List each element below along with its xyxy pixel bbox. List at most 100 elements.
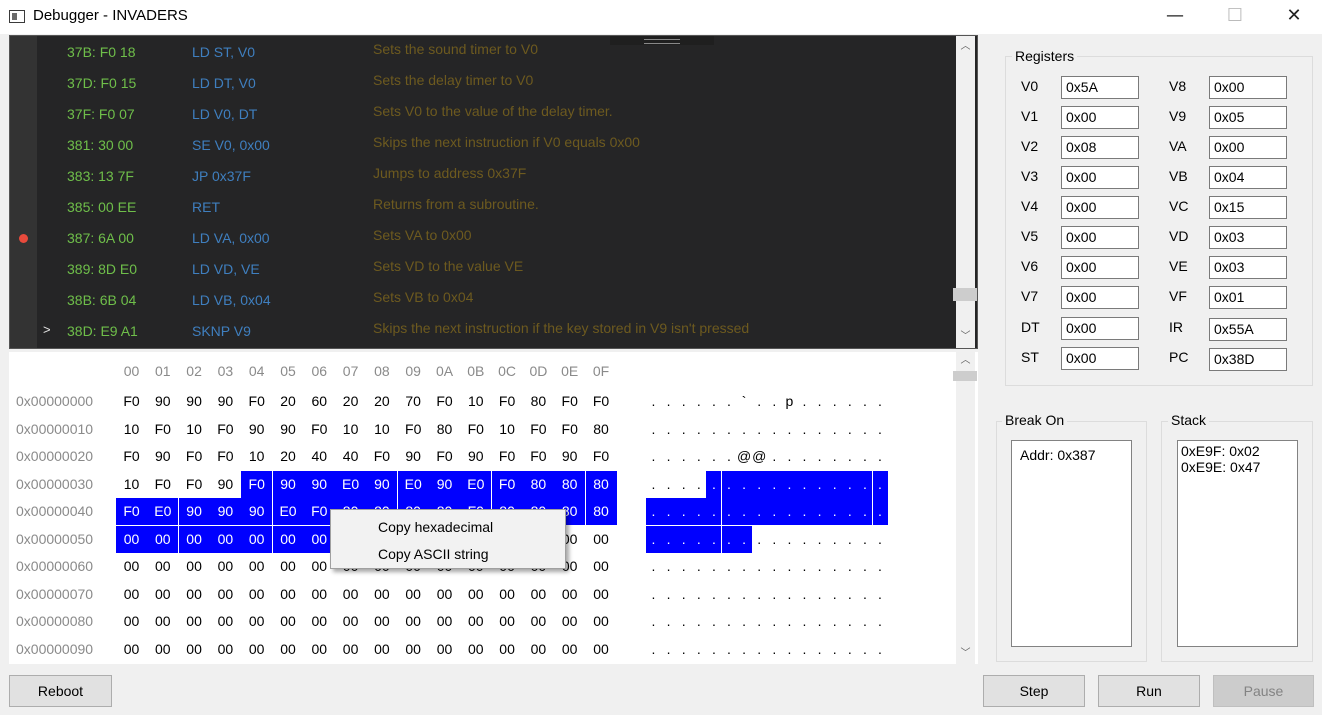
ascii-char-cell[interactable]: . — [691, 553, 706, 580]
ascii-char-cell[interactable]: . — [797, 608, 812, 635]
hex-byte-cell[interactable]: 00 — [492, 636, 523, 663]
ascii-char-cell[interactable]: . — [676, 636, 691, 663]
hex-byte-cell[interactable]: 90 — [273, 416, 304, 443]
ascii-char-cell[interactable]: . — [872, 498, 888, 525]
ascii-char-cell[interactable]: . — [827, 636, 842, 663]
hex-byte-cell[interactable]: 00 — [398, 608, 429, 635]
hex-byte-cell[interactable]: F0 — [491, 470, 523, 498]
ascii-char-cell[interactable]: . — [767, 608, 782, 635]
hex-byte-cell[interactable]: 20 — [366, 388, 397, 415]
hex-byte-cell[interactable]: 00 — [398, 581, 429, 608]
hex-byte-cell[interactable]: F0 — [241, 470, 273, 498]
ascii-char-cell[interactable]: . — [691, 525, 707, 553]
register-value-field[interactable]: 0x00 — [1061, 286, 1139, 309]
ascii-char-cell[interactable]: . — [873, 388, 888, 415]
ascii-char-cell[interactable]: . — [706, 553, 721, 580]
hex-byte-cell[interactable]: 00 — [116, 608, 147, 635]
hex-byte-cell[interactable]: 90 — [460, 443, 491, 470]
hex-byte-cell[interactable]: 00 — [241, 553, 272, 580]
register-value-field[interactable]: 0x00 — [1061, 347, 1139, 370]
ascii-char-cell[interactable]: . — [766, 498, 782, 525]
hex-byte-cell[interactable]: 00 — [210, 608, 241, 635]
ascii-char-cell[interactable]: . — [873, 608, 888, 635]
hex-byte-cell[interactable]: 00 — [429, 581, 460, 608]
ascii-char-cell[interactable]: . — [646, 498, 661, 525]
ascii-char-cell[interactable]: . — [766, 470, 782, 498]
disassembly-row[interactable]: 37F: F0 07 LD V0, DT Sets V0 to the value … — [10, 99, 952, 130]
disassembly-row[interactable]: 389: 8D E0 LD VD, VE Sets VD to the value … — [10, 254, 952, 285]
ascii-char-cell[interactable]: . — [827, 498, 843, 525]
list-item[interactable]: Addr: 0x387 — [1015, 445, 1128, 463]
hex-byte-cell[interactable]: 00 — [335, 581, 366, 608]
ascii-char-cell[interactable]: . — [706, 388, 721, 415]
hex-byte-cell[interactable]: 00 — [210, 553, 241, 580]
ascii-char-cell[interactable]: . — [646, 388, 661, 415]
ascii-char-cell[interactable]: . — [661, 498, 677, 525]
ascii-char-cell[interactable]: . — [646, 471, 661, 498]
ascii-char-cell[interactable]: . — [661, 416, 676, 443]
ascii-char-cell[interactable]: . — [722, 581, 737, 608]
pause-button[interactable]: Pause — [1213, 675, 1314, 707]
hex-byte-cell[interactable]: 00 — [523, 608, 554, 635]
hex-byte-cell[interactable]: 40 — [304, 443, 335, 470]
ascii-char-cell[interactable]: . — [873, 416, 888, 443]
hex-byte-cell[interactable]: 00 — [241, 525, 273, 553]
ascii-char-cell[interactable]: . — [812, 388, 827, 415]
ascii-char-cell[interactable]: . — [691, 416, 706, 443]
maximize-button[interactable]: ☐ — [1206, 0, 1264, 34]
ascii-char-cell[interactable]: . — [797, 443, 812, 470]
ascii-char-cell[interactable]: . — [737, 636, 752, 663]
hex-byte-cell[interactable]: 00 — [241, 636, 272, 663]
ascii-char-cell[interactable]: . — [812, 443, 827, 470]
ascii-char-cell[interactable]: . — [736, 525, 752, 553]
ascii-char-cell[interactable]: . — [706, 581, 721, 608]
hex-byte-cell[interactable]: 90 — [179, 388, 210, 415]
hex-byte-cell[interactable]: 00 — [241, 608, 272, 635]
hex-byte-cell[interactable]: 00 — [179, 581, 210, 608]
hex-byte-cell[interactable]: 00 — [304, 608, 335, 635]
splitter-handle[interactable] — [610, 36, 714, 45]
hex-byte-cell[interactable]: 00 — [586, 581, 617, 608]
hex-byte-cell[interactable]: 80 — [523, 388, 554, 415]
minimize-button[interactable]: — — [1146, 0, 1204, 34]
list-item[interactable]: 0xE9E: 0x47 — [1181, 459, 1294, 475]
ascii-char-cell[interactable]: . — [706, 416, 721, 443]
register-value-field[interactable]: 0x38D — [1209, 348, 1287, 371]
close-button[interactable]: ✕ — [1265, 0, 1322, 34]
ascii-char-cell[interactable]: . — [797, 498, 812, 525]
hex-byte-cell[interactable]: 10 — [116, 416, 147, 443]
register-value-field[interactable]: 0x03 — [1209, 256, 1287, 279]
register-value-field[interactable]: 0x5A — [1061, 76, 1139, 99]
ascii-char-cell[interactable]: . — [752, 416, 767, 443]
disassembly-scrollbar[interactable]: ︿ ﹀ — [953, 36, 977, 348]
hex-byte-cell[interactable]: F0 — [429, 388, 460, 415]
ascii-char-cell[interactable]: . — [752, 581, 767, 608]
ascii-char-cell[interactable]: . — [661, 388, 676, 415]
ascii-char-cell[interactable]: . — [646, 525, 661, 553]
ascii-char-cell[interactable]: . — [857, 443, 872, 470]
hex-byte-cell[interactable]: 00 — [586, 553, 617, 580]
register-value-field[interactable]: 0x03 — [1209, 226, 1287, 249]
ascii-char-cell[interactable]: . — [646, 608, 661, 635]
ascii-char-cell[interactable]: . — [781, 470, 797, 498]
ascii-char-cell[interactable]: . — [661, 525, 677, 553]
hex-byte-cell[interactable]: 00 — [116, 553, 147, 580]
hex-byte-cell[interactable]: 10 — [335, 416, 366, 443]
ascii-char-cell[interactable]: . — [857, 416, 872, 443]
hex-byte-cell[interactable]: 00 — [460, 581, 491, 608]
ascii-char-cell[interactable]: . — [706, 498, 722, 525]
ascii-char-cell[interactable]: . — [797, 388, 812, 415]
hex-byte-cell[interactable]: F0 — [179, 443, 210, 470]
register-value-field[interactable]: 0x00 — [1061, 196, 1139, 219]
hex-byte-cell[interactable]: 90 — [209, 498, 241, 525]
hex-byte-cell[interactable]: F0 — [492, 388, 523, 415]
register-value-field[interactable]: 0x00 — [1061, 226, 1139, 249]
ascii-char-cell[interactable]: . — [872, 470, 888, 498]
ascii-char-cell[interactable]: . — [691, 581, 706, 608]
hex-byte-cell[interactable]: 00 — [147, 525, 179, 553]
ascii-char-cell[interactable]: . — [722, 553, 737, 580]
menu-item-copy-hex[interactable]: Copy hexadecimal — [378, 519, 493, 535]
hex-byte-cell[interactable]: F0 — [398, 416, 429, 443]
scroll-down-arrow-icon[interactable]: ﹀ — [956, 645, 975, 662]
scrollbar-thumb[interactable] — [953, 288, 977, 301]
